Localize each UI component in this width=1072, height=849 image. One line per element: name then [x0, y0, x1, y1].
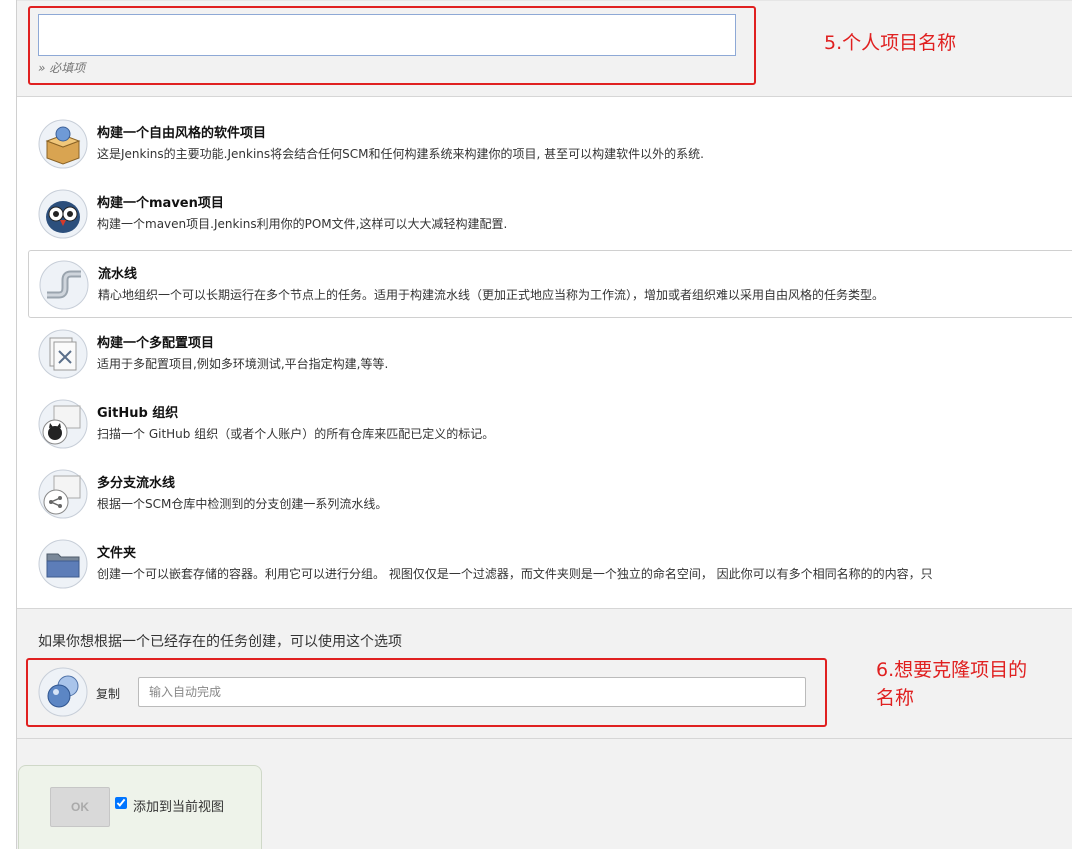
item-type-title: 构建一个多配置项目 — [97, 336, 215, 351]
item-type-folder[interactable]: 文件夹 创建一个可以嵌套存储的容器。利用它可以进行分组。 视图仅仅是一个过滤器，… — [28, 530, 1072, 598]
item-type-desc: 这是Jenkins的主要功能.Jenkins将会结合任何SCM和任何构建系统来构… — [97, 147, 704, 161]
item-type-desc: 扫描一个 GitHub 组织（或者个人账户）的所有仓库来匹配已定义的标记。 — [97, 427, 495, 441]
item-type-freestyle[interactable]: 构建一个自由风格的软件项目 这是Jenkins的主要功能.Jenkins将会结合… — [28, 110, 1072, 178]
item-type-title: 流水线 — [98, 267, 138, 282]
annotation-label-name: 5.个人项目名称 — [824, 32, 957, 54]
pipeline-icon — [39, 260, 89, 310]
annotation-label-copy-line1: 6.想要克隆项目的 — [876, 659, 1028, 681]
annotation-box-name — [28, 6, 756, 85]
item-type-title: 构建一个maven项目 — [97, 196, 224, 211]
annotation-box-copy — [26, 658, 827, 727]
copy-hint: 如果你想根据一个已经存在的任务创建，可以使用这个选项 — [38, 634, 402, 650]
multi-config-icon — [38, 329, 88, 379]
left-rail — [0, 0, 17, 849]
github-org-icon — [38, 399, 88, 449]
item-type-title: 多分支流水线 — [97, 476, 176, 491]
freestyle-box-icon — [38, 119, 88, 169]
item-type-multi-config[interactable]: 构建一个多配置项目 适用于多配置项目,例如多环境测试,平台指定构建,等等. — [28, 320, 1072, 388]
item-type-title: GitHub 组织 — [97, 406, 179, 421]
annotation-label-copy-line2: 名称 — [876, 687, 915, 709]
item-type-multibranch[interactable]: 多分支流水线 根据一个SCM仓库中检测到的分支创建一系列流水线。 — [28, 460, 1072, 528]
multibranch-icon — [38, 469, 88, 519]
item-type-desc: 构建一个maven项目.Jenkins利用你的POM文件,这样可以大大减轻构建配… — [97, 217, 508, 231]
item-type-desc: 适用于多配置项目,例如多环境测试,平台指定构建,等等. — [97, 357, 389, 371]
item-type-title: 构建一个自由风格的软件项目 — [97, 126, 267, 141]
item-type-list: 构建一个自由风格的软件项目 这是Jenkins的主要功能.Jenkins将会结合… — [17, 97, 1072, 609]
ok-button[interactable]: OK — [50, 787, 110, 827]
item-type-github-org[interactable]: GitHub 组织 扫描一个 GitHub 组织（或者个人账户）的所有仓库来匹配… — [28, 390, 1072, 458]
add-to-view-checkbox[interactable] — [115, 797, 127, 809]
folder-icon — [38, 539, 88, 589]
add-to-view-label: 添加到当前视图 — [133, 800, 225, 815]
item-type-desc: 创建一个可以嵌套存储的容器。利用它可以进行分组。 视图仅仅是一个过滤器，而文件夹… — [97, 567, 933, 581]
ok-panel: OK 添加到当前视图 — [18, 765, 262, 849]
maven-owl-icon — [38, 189, 88, 239]
item-type-title: 文件夹 — [97, 546, 137, 561]
item-type-maven[interactable]: 构建一个maven项目 构建一个maven项目.Jenkins利用你的POM文件… — [28, 180, 1072, 248]
item-type-pipeline[interactable]: 流水线 精心地组织一个可以长期运行在多个节点上的任务。适用于构建流水线（更加正式… — [28, 250, 1072, 318]
item-type-desc: 精心地组织一个可以长期运行在多个节点上的任务。适用于构建流水线（更加正式地应当称… — [98, 288, 885, 302]
item-type-desc: 根据一个SCM仓库中检测到的分支创建一系列流水线。 — [97, 497, 388, 511]
